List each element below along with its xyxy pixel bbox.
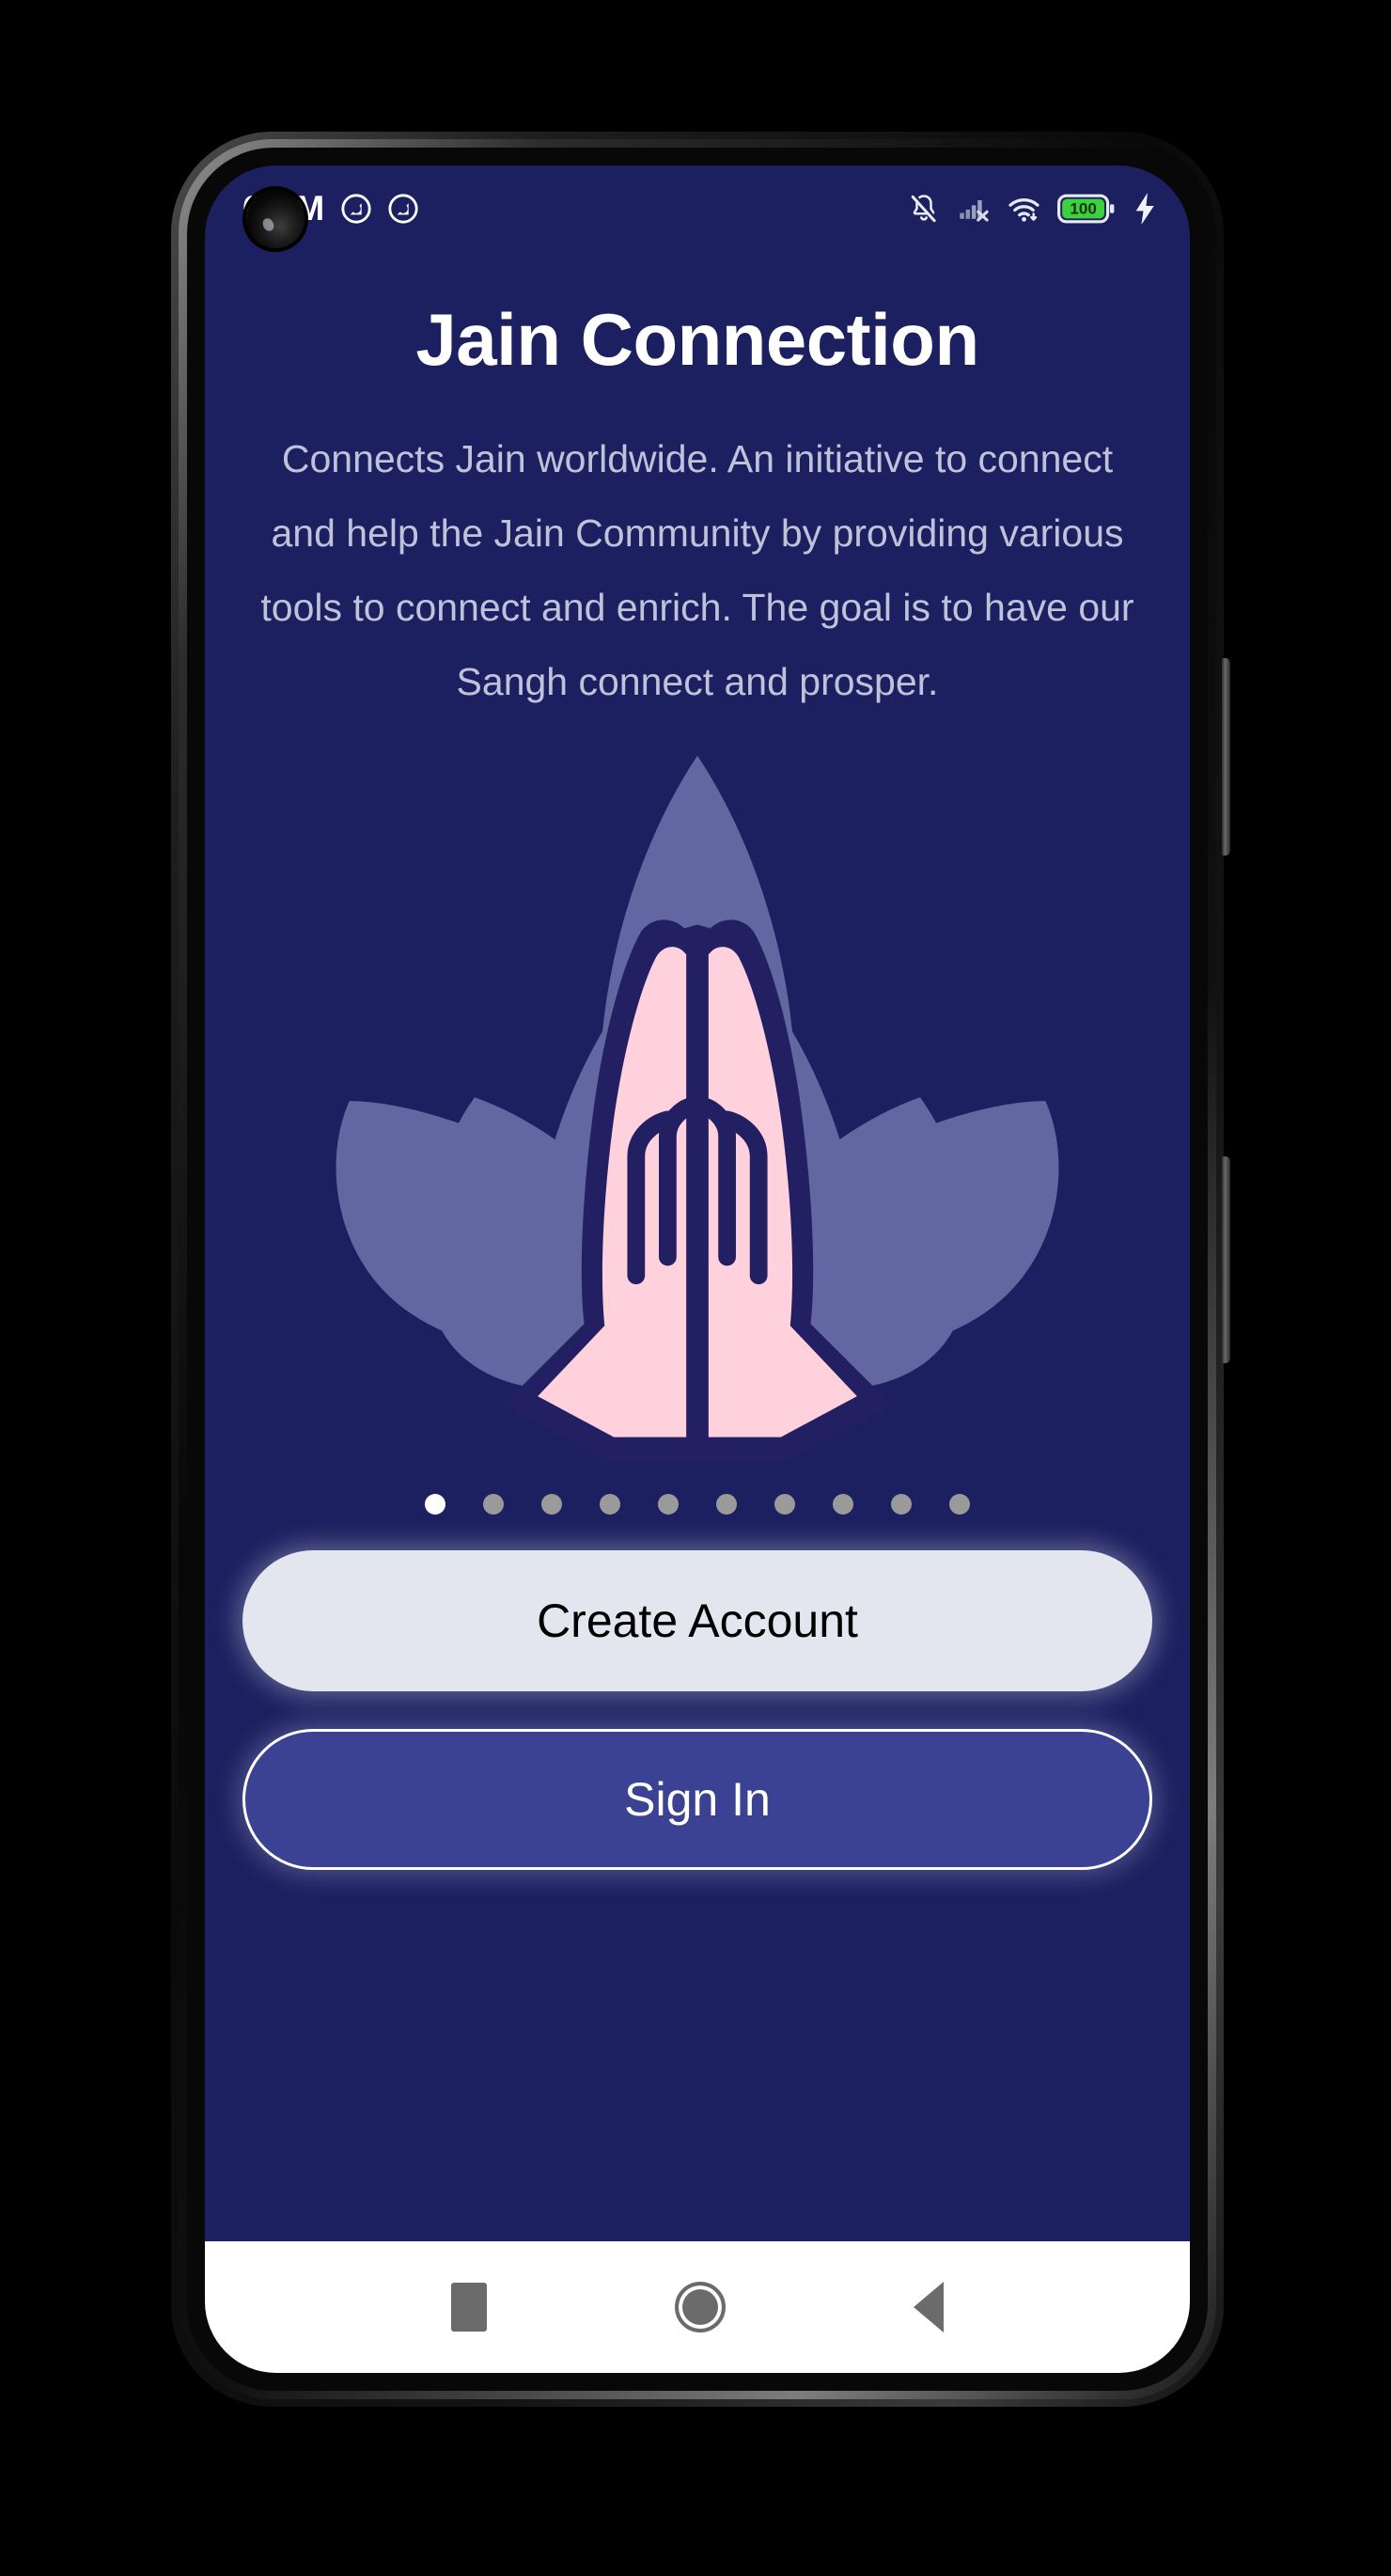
phone-screen: 6 PM (205, 165, 1190, 2373)
page-dot[interactable] (891, 1494, 912, 1515)
page-dot[interactable] (658, 1494, 679, 1515)
battery-level-text: 100 (1070, 200, 1096, 218)
page-dot[interactable] (774, 1494, 795, 1515)
onboarding-screen: Jain Connection Connects Jain worldwide.… (205, 252, 1190, 2241)
create-account-button[interactable]: Create Account (242, 1550, 1152, 1691)
phone-frame: 6 PM (171, 132, 1230, 2407)
page-title: Jain Connection (415, 298, 979, 381)
page-dot[interactable] (541, 1494, 562, 1515)
signal-no-sim-icon (960, 200, 989, 222)
wifi-icon (1008, 197, 1039, 222)
page-dot[interactable] (949, 1494, 970, 1515)
bell-slash-icon (911, 194, 938, 223)
page-dot[interactable] (716, 1494, 737, 1515)
recents-icon[interactable] (451, 2283, 487, 2332)
quiet-mode-icon (340, 194, 371, 224)
battery-icon: 100 (1057, 194, 1115, 224)
lotus-praying-hands-illustration (336, 755, 1059, 1462)
hand-center-seam (694, 947, 701, 1443)
auth-button-stack: Create Account Sign In (242, 1550, 1152, 1893)
volume-button[interactable] (1222, 658, 1230, 856)
app-description: Connects Jain worldwide. An initiative t… (260, 437, 1134, 703)
quiet-mode-icon (387, 194, 418, 224)
page-dot[interactable] (483, 1494, 504, 1515)
status-bar: 6 PM (205, 165, 1190, 252)
page-indicator[interactable] (425, 1494, 970, 1515)
page-dot[interactable] (833, 1494, 853, 1515)
camera-punch-hole (246, 190, 305, 248)
back-icon[interactable] (914, 2282, 944, 2333)
charging-bolt-icon (1135, 193, 1154, 225)
page-dot[interactable] (425, 1494, 445, 1515)
home-icon[interactable] (675, 2282, 726, 2333)
page-dot[interactable] (600, 1494, 620, 1515)
power-button[interactable] (1222, 1156, 1230, 1363)
android-nav-bar (205, 2241, 1190, 2373)
sign-in-button[interactable]: Sign In (242, 1729, 1152, 1870)
status-bar-right: 100 (907, 192, 1158, 227)
